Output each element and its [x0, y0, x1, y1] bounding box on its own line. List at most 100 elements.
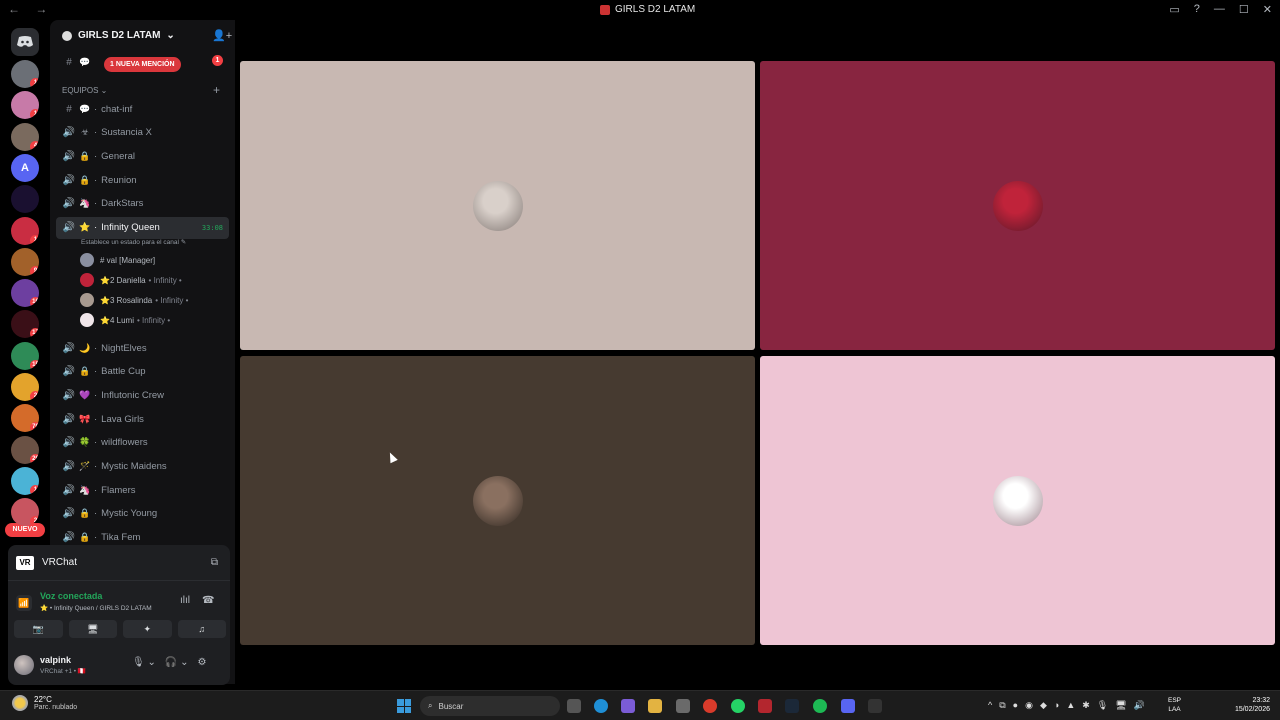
channel-reunion[interactable]: 🔊 🔒 · Reunion	[62, 170, 230, 190]
participant-tile[interactable]	[240, 356, 755, 645]
file-explorer-icon[interactable]	[648, 699, 662, 713]
windows-start-icon[interactable]	[397, 699, 411, 713]
vrchat-taskbar-icon[interactable]	[868, 699, 882, 713]
participant-tile[interactable]	[760, 61, 1275, 350]
tray-icon[interactable]: ◆	[1040, 700, 1047, 711]
server-icon[interactable]: 1	[11, 216, 39, 245]
tray-icon[interactable]: ●	[1013, 700, 1018, 711]
weather-widget[interactable]: 22°C Parc. nublado	[12, 695, 77, 711]
camera-button[interactable]: 📷	[14, 620, 63, 638]
tray-icon[interactable]: ⧉	[999, 700, 1005, 711]
participant-tile[interactable]	[240, 61, 755, 350]
channel-status-prompt[interactable]: Establece un estado para el canal ✎	[81, 238, 186, 246]
tray-icon[interactable]: ▲	[1066, 700, 1075, 711]
voice-user[interactable]: ⭐2 Daniella • Infinity •	[80, 271, 230, 289]
server-icon[interactable]: 1	[11, 466, 39, 495]
language-indicator[interactable]: ESP LAA	[1168, 696, 1181, 714]
channel-darkstars[interactable]: 🔊 🦄 · DarkStars	[62, 194, 230, 214]
disconnect-icon[interactable]: ☎	[202, 595, 214, 606]
voice-user[interactable]: ⭐3 Rosalinda • Infinity •	[80, 291, 230, 309]
channel-nightelves[interactable]: 🔊 🌙 · NightElves	[62, 338, 230, 358]
discord-taskbar-icon[interactable]	[841, 699, 855, 713]
maximize-icon[interactable]: ☐	[1239, 3, 1249, 16]
speaker-icon: 🔊	[62, 461, 76, 472]
server-icon[interactable]: 26	[11, 435, 39, 464]
server-icon[interactable]: 17	[11, 310, 39, 339]
windows-taskbar: 22°C Parc. nublado ⌕ Buscar ^ ⧉ ● ◉ ◆ ◑ ▲ ✱ 🎙 🖥 🔊 …	[0, 690, 1280, 720]
minimize-icon[interactable]: —	[1214, 3, 1225, 16]
server-icon[interactable]: 2	[11, 498, 39, 527]
participant-tile[interactable]	[760, 356, 1275, 645]
tray-icon[interactable]: ^	[988, 700, 992, 711]
tray-icon[interactable]: 🎙	[1097, 700, 1108, 711]
copilot-icon[interactable]	[621, 699, 635, 713]
headset-icon[interactable]: 🎧 ⌄	[165, 657, 189, 668]
channel-infinity-queen[interactable]: 🔊 ⭐ · Infinity Queen 33:08	[56, 216, 229, 239]
channel-influtonic-crew[interactable]: 🔊 💜 · Influtonic Crew	[62, 385, 230, 405]
server-icon[interactable]: 2	[11, 373, 39, 401]
server-icon[interactable]: A	[11, 153, 39, 182]
server-icon[interactable]: 16	[11, 279, 39, 308]
channel-sustancia-x[interactable]: 🔊 ☣ · Sustancia X	[62, 123, 230, 143]
voice-channel-path[interactable]: ⭐ • Infinity Queen / GIRLS D2 LATAM	[40, 604, 152, 612]
noise-suppression-icon[interactable]: ılıl	[180, 595, 190, 606]
server-icon[interactable]: 1	[11, 91, 39, 120]
new-mention-pill[interactable]: 1 NUEVA MENCIÓN	[104, 57, 181, 72]
tray-icon[interactable]: ✱	[1082, 700, 1090, 711]
activities-button[interactable]: ✦	[123, 620, 172, 638]
server-icon[interactable]: 1	[11, 60, 39, 88]
avatar[interactable]	[14, 655, 34, 675]
channel-emoji-icon: 🦄	[79, 198, 91, 209]
invite-people-icon[interactable]: 👤+	[212, 29, 232, 42]
server-icon[interactable]: 9	[11, 247, 39, 276]
server-icon[interactable]	[11, 185, 39, 214]
server-icon[interactable]: 4	[11, 122, 39, 151]
channel-emoji-icon: 🔒	[79, 366, 91, 377]
server-icon[interactable]: 70	[11, 404, 39, 433]
discord-home-icon[interactable]	[11, 28, 39, 56]
edge-icon[interactable]	[594, 699, 608, 713]
signal-icon[interactable]: 📶	[16, 595, 32, 611]
channel-general[interactable]: 🔊 🔒 · General	[62, 146, 230, 166]
soundboard-button[interactable]: ♫	[177, 620, 226, 638]
tray-icon[interactable]: 🔊	[1134, 700, 1145, 711]
channel-lava-girls[interactable]: 🔊 🎀 · Lava Girls	[62, 409, 230, 429]
tray-icon[interactable]: ◉	[1025, 700, 1033, 711]
channel-wildflowers[interactable]: 🔊 🍀 · wildflowers	[62, 433, 230, 453]
spotify-icon[interactable]	[813, 699, 827, 713]
user-status: VRChat +1 • 🇵🇪	[40, 668, 86, 675]
category-header[interactable]: EQUIPOS ⌄	[62, 86, 107, 95]
tray-icon[interactable]: ◑	[1054, 700, 1059, 711]
close-icon[interactable]: ✕	[1263, 3, 1272, 16]
channel-flamers[interactable]: 🔊 🦄 · Flamers	[62, 480, 230, 500]
taskbar-search[interactable]: ⌕ Buscar	[420, 696, 560, 716]
store-icon[interactable]	[676, 699, 690, 713]
voice-connected-label[interactable]: Voz conectada	[40, 591, 102, 601]
channel-battle-cup[interactable]: 🔊 🔒 · Battle Cup	[62, 362, 230, 382]
channel-mystic-maidens[interactable]: 🔊 🪄 · Mystic Maidens	[62, 457, 230, 477]
chrome-icon[interactable]	[703, 699, 717, 713]
microphone-icon[interactable]: 🎙 ⌄	[132, 657, 156, 668]
nav-arrows[interactable]: ← →	[8, 2, 53, 16]
activity-name: VRChat	[42, 557, 78, 568]
task-view-icon[interactable]	[567, 699, 581, 713]
settings-gear-icon[interactable]: ⚙	[197, 657, 206, 668]
capture-icon[interactable]	[758, 699, 772, 713]
voice-user[interactable]: # val [Manager]	[80, 251, 230, 269]
activity-overlay-icon[interactable]: ⧉	[211, 557, 218, 568]
voice-user[interactable]: ⭐4 Lumi • Infinity •	[80, 311, 230, 329]
activity-row[interactable]: VR VRChat ⧉	[8, 545, 230, 581]
channel-chat-inf[interactable]: # 💬 · chat-inf	[62, 99, 230, 119]
add-channel-icon[interactable]: +	[213, 83, 220, 97]
inbox-icon[interactable]: ▭	[1169, 3, 1179, 16]
channel-mystic-young[interactable]: 🔊 🔒 · Mystic Young	[62, 504, 230, 524]
tray-icon[interactable]: 🖥	[1115, 700, 1126, 711]
whatsapp-icon[interactable]	[731, 699, 745, 713]
server-header[interactable]: GIRLS D2 LATAM ⌄	[62, 30, 175, 41]
username[interactable]: valpink	[40, 655, 71, 665]
steam-icon[interactable]	[785, 699, 799, 713]
help-icon[interactable]: ?	[1194, 3, 1200, 16]
screen-share-button[interactable]: 🖥	[68, 620, 117, 638]
server-icon[interactable]: 15	[11, 341, 39, 370]
clock[interactable]: 23:32 15/02/2026	[1226, 696, 1270, 714]
